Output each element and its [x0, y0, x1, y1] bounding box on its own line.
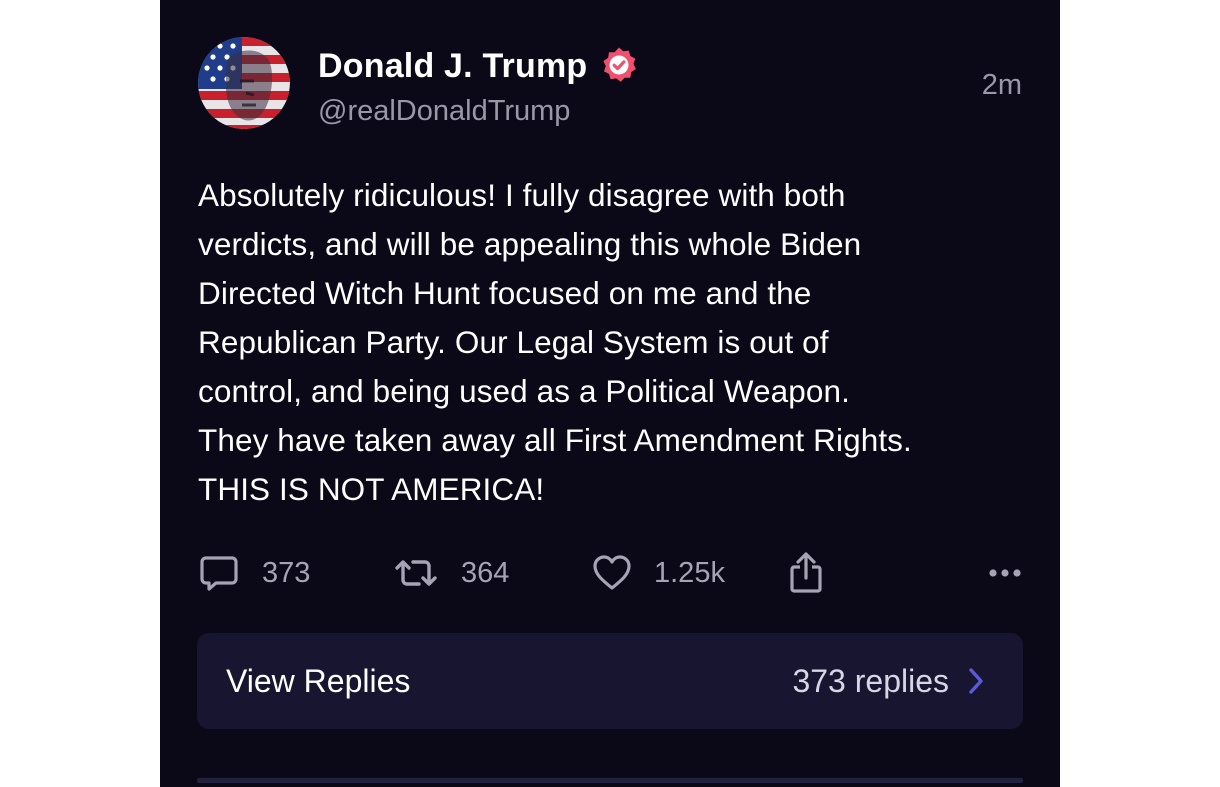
author-handle[interactable]: @realDonaldTrump: [318, 92, 570, 130]
view-replies-button[interactable]: View Replies 373 replies: [197, 633, 1023, 729]
like-count: 1.25k: [654, 557, 725, 589]
more-icon: [989, 569, 1021, 577]
reply-icon: [200, 556, 238, 591]
avatar-flag-portrait-icon: [198, 37, 290, 129]
share-icon: [790, 552, 822, 593]
heart-icon: [593, 555, 631, 590]
post-card: Donald J. Trump @realDonaldTrump 2m Abso…: [160, 0, 1060, 787]
divider: [197, 778, 1023, 783]
post-body: Absolutely ridiculous! I fully disagree …: [198, 177, 912, 507]
author-name[interactable]: Donald J. Trump: [318, 44, 587, 88]
reply-count: 373: [262, 557, 311, 589]
post-timestamp: 2m: [981, 69, 1022, 101]
repost-button[interactable]: 364: [393, 548, 509, 598]
replies-count: 373 replies: [792, 663, 949, 699]
repost-icon: [395, 560, 437, 586]
view-replies-label: View Replies: [226, 663, 411, 699]
more-options-button[interactable]: [988, 548, 1022, 598]
post-actions: 373 364 1.25k: [198, 548, 1022, 598]
share-button[interactable]: [788, 548, 824, 598]
author-avatar[interactable]: [198, 37, 290, 129]
verified-badge-icon: [603, 47, 636, 82]
like-button[interactable]: 1.25k: [592, 548, 725, 598]
reply-button[interactable]: 373: [198, 548, 310, 598]
repost-count: 364: [461, 557, 510, 589]
chevron-right-icon: [969, 668, 983, 694]
